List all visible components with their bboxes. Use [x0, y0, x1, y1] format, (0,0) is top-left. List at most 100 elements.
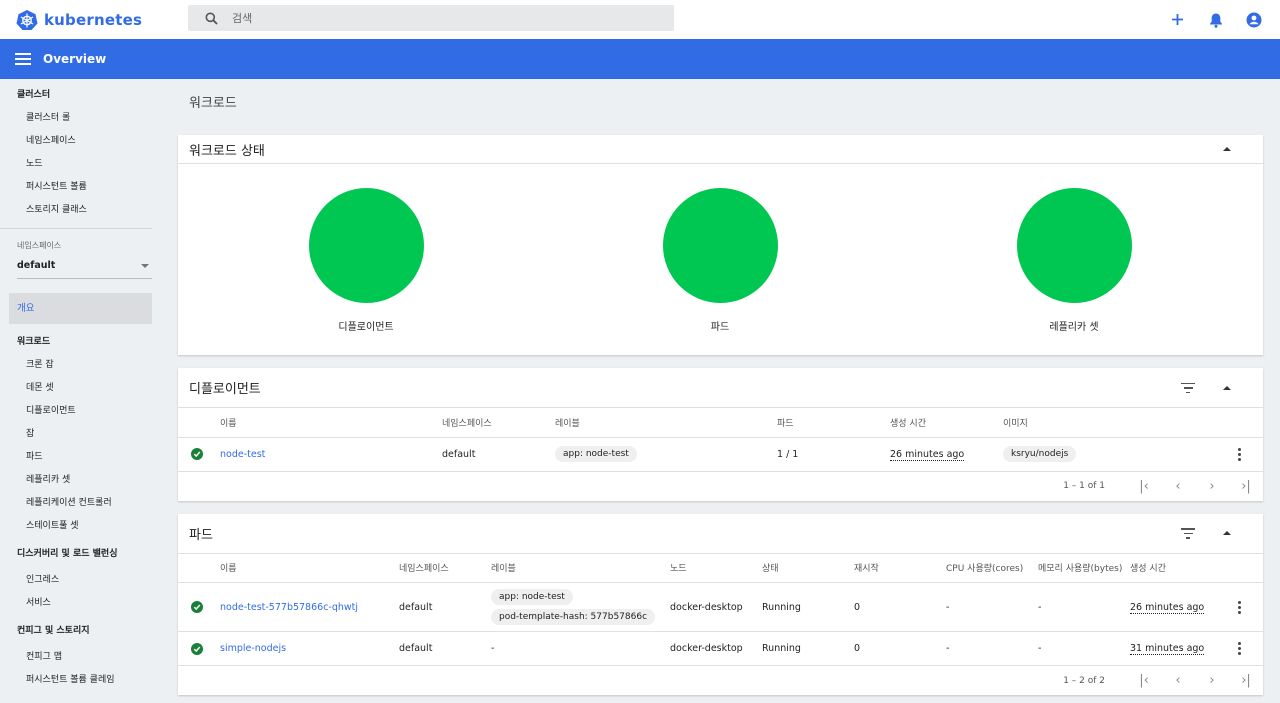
- table-row: node-test-577b57866c-qhwtj default app: …: [178, 582, 1263, 632]
- sidebar-item-nodes[interactable]: 노드: [0, 153, 160, 176]
- table-row: node-test default app: node-test 1 / 1 2…: [178, 437, 1263, 472]
- status-label: 레플리카 셋: [1049, 322, 1099, 333]
- pods-title: 파드: [189, 527, 213, 543]
- table-header-row: 이름 네임스페이스 레이블 노드 상태 재시작 CPU 사용량(cores) 메…: [178, 553, 1263, 583]
- sidebar-item-pvc[interactable]: 퍼시스턴트 볼륨 클레임: [0, 669, 160, 692]
- sidebar-item-cluster-roles[interactable]: 클러스터 롤: [0, 107, 160, 130]
- deployments-header: 디플로이먼트: [178, 368, 1263, 408]
- deployments-card: 디플로이먼트 이름 네임스페이스 레이블 파드 생성 시간 이미지 node-t…: [178, 368, 1263, 501]
- more-vert-icon[interactable]: [1237, 642, 1241, 655]
- column-header[interactable]: 이름: [220, 553, 399, 583]
- created-time: 26 minutes ago: [1130, 601, 1205, 614]
- column-header[interactable]: 네임스페이스: [399, 553, 491, 583]
- namespace-select[interactable]: default: [17, 253, 152, 279]
- sidebar-item-jobs[interactable]: 잡: [0, 423, 160, 446]
- sidebar-item-replication-controllers[interactable]: 레플리케이션 컨트롤러: [0, 492, 160, 515]
- next-page-icon[interactable]: ›: [1195, 673, 1229, 688]
- pods-table: 이름 네임스페이스 레이블 노드 상태 재시작 CPU 사용량(cores) 메…: [178, 553, 1263, 666]
- add-icon[interactable]: [1167, 9, 1188, 30]
- label-chip: pod-template-hash: 577b57866c: [491, 609, 656, 625]
- chevron-up-icon[interactable]: [1223, 385, 1231, 390]
- node-cell: docker-desktop: [670, 582, 762, 632]
- column-header[interactable]: 네임스페이스: [442, 408, 555, 438]
- first-page-icon[interactable]: |‹: [1127, 673, 1161, 688]
- replica-set-status-pie: [1016, 188, 1132, 303]
- sidebar-item-pods[interactable]: 파드: [0, 446, 160, 469]
- sidebar-heading-workloads[interactable]: 워크로드: [0, 324, 160, 354]
- sidebar-item-replica-sets[interactable]: 레플리카 셋: [0, 469, 160, 492]
- column-header: 이미지: [1003, 408, 1223, 438]
- sidebar-item-overview[interactable]: 개요: [9, 293, 152, 324]
- page-toolbar: Overview: [0, 39, 1280, 79]
- cpu-cell: -: [946, 582, 1038, 632]
- sidebar-item-stateful-sets[interactable]: 스테이트풀 셋: [0, 515, 160, 538]
- filter-icon[interactable]: [1181, 382, 1195, 393]
- column-header[interactable]: 노드: [670, 553, 762, 583]
- sidebar-item-cron-jobs[interactable]: 크론 잡: [0, 354, 160, 377]
- column-header: 레이블: [491, 553, 670, 583]
- search-input[interactable]: [232, 11, 632, 25]
- column-header[interactable]: 생성 시간: [890, 408, 1003, 438]
- toolbar-title: Overview: [43, 52, 107, 66]
- pods-cell: 1 / 1: [777, 437, 890, 472]
- column-header[interactable]: 생성 시간: [1130, 553, 1223, 583]
- sidebar-item-daemon-sets[interactable]: 데몬 셋: [0, 377, 160, 400]
- deployment-name-link[interactable]: node-test: [220, 449, 265, 460]
- page-title: 워크로드: [189, 96, 237, 111]
- sidebar-divider: [0, 228, 152, 229]
- chevron-down-icon: [141, 263, 149, 268]
- sidebar-item-storage-classes[interactable]: 스토리지 클래스: [0, 199, 160, 222]
- pod-name-link[interactable]: node-test-577b57866c-qhwtj: [220, 602, 358, 613]
- kubernetes-logo[interactable]: kubernetes: [16, 9, 188, 31]
- column-header[interactable]: 상태: [762, 553, 854, 583]
- chevron-up-icon[interactable]: [1223, 147, 1231, 151]
- account-icon[interactable]: [1243, 9, 1264, 30]
- sidebar-heading-cluster[interactable]: 클러스터: [0, 79, 160, 107]
- namespace-cell: default: [399, 631, 491, 666]
- sidebar-item-namespaces[interactable]: 네임스페이스: [0, 130, 160, 153]
- check-circle-icon: [191, 448, 203, 460]
- sidebar-heading-discovery[interactable]: 디스커버리 및 로드 밸런싱: [0, 538, 160, 569]
- sidebar-item-config-maps[interactable]: 컨피그 맵: [0, 646, 160, 669]
- prev-page-icon[interactable]: ‹: [1161, 479, 1195, 494]
- chevron-up-icon[interactable]: [1223, 531, 1231, 535]
- cpu-cell: -: [946, 631, 1038, 666]
- last-page-icon[interactable]: ›|: [1229, 479, 1263, 494]
- column-header[interactable]: 재시작: [854, 553, 946, 583]
- check-circle-icon: [191, 601, 203, 613]
- sidebar-heading-config[interactable]: 컨피그 및 스토리지: [0, 615, 160, 646]
- search-bar[interactable]: [188, 5, 674, 31]
- pods-card: 파드 이름 네임스페이스 레이블 노드 상태 재시작 CPU 사용량(cores…: [178, 513, 1263, 695]
- check-circle-icon: [191, 642, 203, 655]
- status-label: 파드: [710, 322, 730, 333]
- workload-status-header: 워크로드 상태: [178, 135, 1263, 164]
- table-row: simple-nodejs default - docker-desktop R…: [178, 631, 1263, 666]
- paginator-range: 1 – 2 of 2: [1063, 675, 1105, 686]
- sidebar-item-persistent-volumes[interactable]: 퍼시스턴트 볼륨: [0, 176, 160, 199]
- pods-header: 파드: [178, 514, 1263, 554]
- more-vert-icon[interactable]: [1237, 447, 1241, 461]
- first-page-icon[interactable]: |‹: [1127, 479, 1161, 494]
- column-header: 파드: [777, 408, 890, 438]
- notifications-bell-icon[interactable]: [1205, 9, 1226, 30]
- deployments-table: 이름 네임스페이스 레이블 파드 생성 시간 이미지 node-test def…: [178, 408, 1263, 472]
- next-page-icon[interactable]: ›: [1195, 479, 1229, 494]
- deployment-status-pie: [308, 188, 424, 303]
- created-time: 26 minutes ago: [890, 448, 965, 461]
- image-chip: ksryu/nodejs: [1003, 446, 1077, 462]
- sidebar-item-services[interactable]: 서비스: [0, 592, 160, 615]
- label-chip: app: node-test: [555, 446, 637, 462]
- kubernetes-wheel-icon: [16, 9, 38, 30]
- prev-page-icon[interactable]: ‹: [1161, 673, 1195, 688]
- pod-name-link[interactable]: simple-nodejs: [220, 643, 286, 654]
- workload-status-title: 워크로드 상태: [189, 143, 265, 159]
- column-header[interactable]: 이름: [220, 408, 442, 438]
- last-page-icon[interactable]: ›|: [1229, 673, 1263, 688]
- hamburger-menu-icon[interactable]: [15, 53, 31, 65]
- deployments-paginator: 1 – 1 of 1 |‹ ‹ › ›|: [178, 472, 1263, 501]
- more-vert-icon[interactable]: [1237, 600, 1241, 614]
- sidebar-item-ingresses[interactable]: 인그레스: [0, 569, 160, 592]
- top-bar: kubernetes: [0, 0, 1280, 39]
- sidebar-item-deployments[interactable]: 디플로이먼트: [0, 400, 160, 423]
- filter-icon[interactable]: [1181, 528, 1195, 539]
